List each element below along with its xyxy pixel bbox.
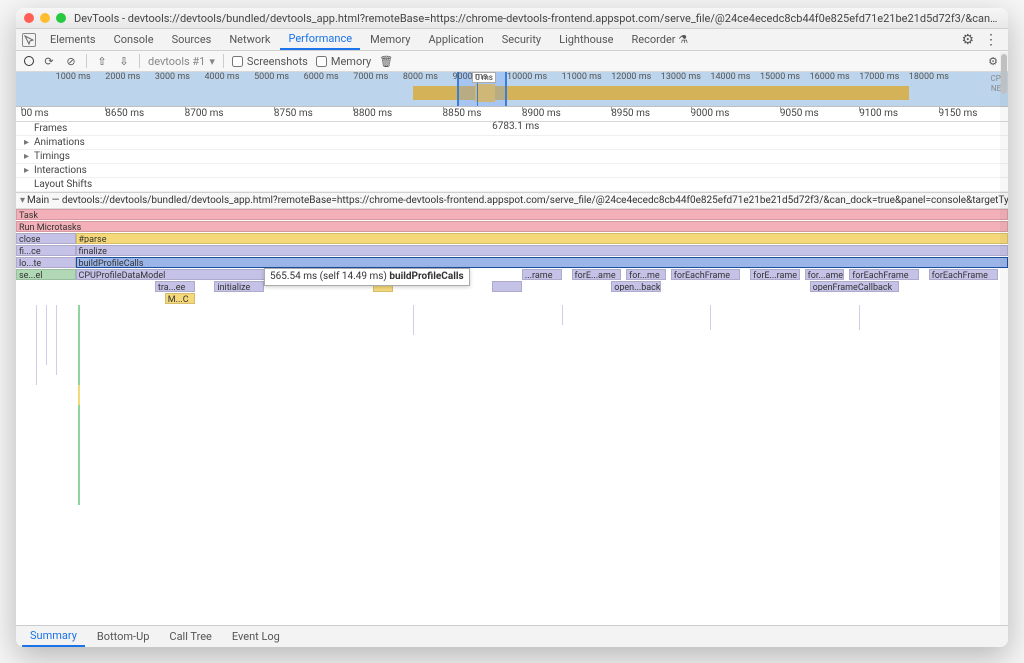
btab-calltree[interactable]: Call Tree <box>161 627 219 646</box>
flame-side-lo[interactable]: lo...te <box>16 257 76 268</box>
inspect-element-icon[interactable] <box>22 33 36 47</box>
flame-rame-7[interactable]: forEachFrame <box>929 269 998 280</box>
tab-security[interactable]: Security <box>494 30 549 49</box>
devtools-window: DevTools - devtools://devtools/bundled/d… <box>16 8 1008 647</box>
track-animations[interactable]: ▸Animations <box>16 136 1008 150</box>
tab-memory[interactable]: Memory <box>362 30 418 49</box>
clear-icon[interactable]: ⊘ <box>64 54 78 68</box>
ruler-cursor-time: 6783.1 ms <box>492 121 539 132</box>
track-timings[interactable]: ▸Timings <box>16 150 1008 164</box>
flame-microtasks[interactable]: Run Microtasks <box>19 223 81 232</box>
flame-side-fi[interactable]: fi...ce <box>16 245 76 256</box>
flame-buildprofilecalls-selected[interactable]: buildProfileCalls <box>76 257 1008 268</box>
flame-openframecallback[interactable]: openFrameCallback <box>810 281 899 292</box>
memory-checkbox[interactable]: Memory <box>316 55 371 68</box>
tab-application[interactable]: Application <box>420 30 491 49</box>
traffic-lights <box>24 13 66 23</box>
flame-chart[interactable]: Task Run Microtasks close #parse fi...ce… <box>16 209 1008 625</box>
flame-tra[interactable]: tra...ee <box>155 281 195 292</box>
flame-tooltip: 565.54 ms (self 14.49 ms) buildProfileCa… <box>264 268 470 286</box>
flame-chunk-a[interactable] <box>492 281 522 292</box>
track-interactions[interactable]: ▸Interactions <box>16 164 1008 178</box>
flame-rame-4[interactable]: forE...rame <box>750 269 800 280</box>
main-thread-header[interactable]: ▾Main — devtools://devtools/bundled/devt… <box>16 193 1008 209</box>
flame-parse[interactable]: #parse <box>76 233 1008 244</box>
close-window-icon[interactable] <box>24 13 34 23</box>
window-title: DevTools - devtools://devtools/bundled/d… <box>74 12 1000 25</box>
flame-side-close[interactable]: close <box>16 233 76 244</box>
titlebar: DevTools - devtools://devtools/bundled/d… <box>16 8 1008 29</box>
minimize-window-icon[interactable] <box>40 13 50 23</box>
flame-rame-0[interactable]: ...rame <box>522 269 562 280</box>
capture-settings-icon[interactable]: ⚙ <box>986 54 1000 68</box>
detail-ruler[interactable]: 00 ms 8650 ms 8700 ms 8750 ms 8800 ms 88… <box>16 107 1008 122</box>
flame-rame-2[interactable]: for...me <box>626 269 666 280</box>
flame-finalize[interactable]: finalize <box>76 245 1008 256</box>
scrollbar-thumb[interactable] <box>1001 54 1007 94</box>
tab-sources[interactable]: Sources <box>164 30 220 49</box>
details-tabs: Summary Bottom-Up Call Tree Event Log <box>16 625 1008 647</box>
flame-openback[interactable]: open...back <box>611 281 661 292</box>
settings-icon[interactable]: ⚙ <box>957 32 978 48</box>
flame-mc[interactable]: M...C <box>165 293 195 304</box>
tab-console[interactable]: Console <box>106 30 162 49</box>
zoom-window-icon[interactable] <box>56 13 66 23</box>
flame-task[interactable]: Task <box>19 211 38 220</box>
btab-eventlog[interactable]: Event Log <box>224 627 288 646</box>
reload-icon[interactable]: ⟳ <box>42 54 56 68</box>
flame-side-se[interactable]: se...el <box>16 269 76 280</box>
flame-rame-3[interactable]: forEachFrame <box>671 269 740 280</box>
btab-bottomup[interactable]: Bottom-Up <box>89 627 158 646</box>
timeline-overview[interactable]: CPU NET 0 ms 1000 ms 2000 ms 3000 ms 400… <box>16 72 1008 107</box>
flame-rame-1[interactable]: forE...ame <box>572 269 622 280</box>
profile-select[interactable]: devtools #1▾ <box>148 55 215 68</box>
scrollbar-vertical[interactable] <box>1000 52 1008 625</box>
download-icon[interactable]: ⇩ <box>117 54 131 68</box>
flame-rame-6[interactable]: forEachFrame <box>849 269 918 280</box>
tab-performance[interactable]: Performance <box>280 29 360 50</box>
screenshots-checkbox[interactable]: Screenshots <box>232 55 308 68</box>
tab-elements[interactable]: Elements <box>42 30 104 49</box>
tracks-panel: Frames ▸Animations ▸Timings ▸Interaction… <box>16 122 1008 193</box>
upload-icon[interactable]: ⇧ <box>95 54 109 68</box>
record-icon[interactable] <box>24 56 34 66</box>
kebab-menu-icon[interactable]: ⋮ <box>980 32 1002 48</box>
flame-rame-5[interactable]: for...ame <box>805 269 845 280</box>
trash-icon[interactable]: 🗑 <box>379 54 393 68</box>
flame-initialize[interactable]: initialize <box>214 281 264 292</box>
btab-summary[interactable]: Summary <box>22 626 85 647</box>
perf-toolbar: ⟳ ⊘ ⇧ ⇩ devtools #1▾ Screenshots Memory … <box>16 51 1008 72</box>
devtools-tabs: Elements Console Sources Network Perform… <box>16 29 1008 51</box>
tab-lighthouse[interactable]: Lighthouse <box>551 30 621 49</box>
track-layout-shifts[interactable]: Layout Shifts <box>16 178 1008 192</box>
tab-network[interactable]: Network <box>221 30 278 49</box>
tab-recorder[interactable]: Recorder ⚗ <box>623 30 696 49</box>
